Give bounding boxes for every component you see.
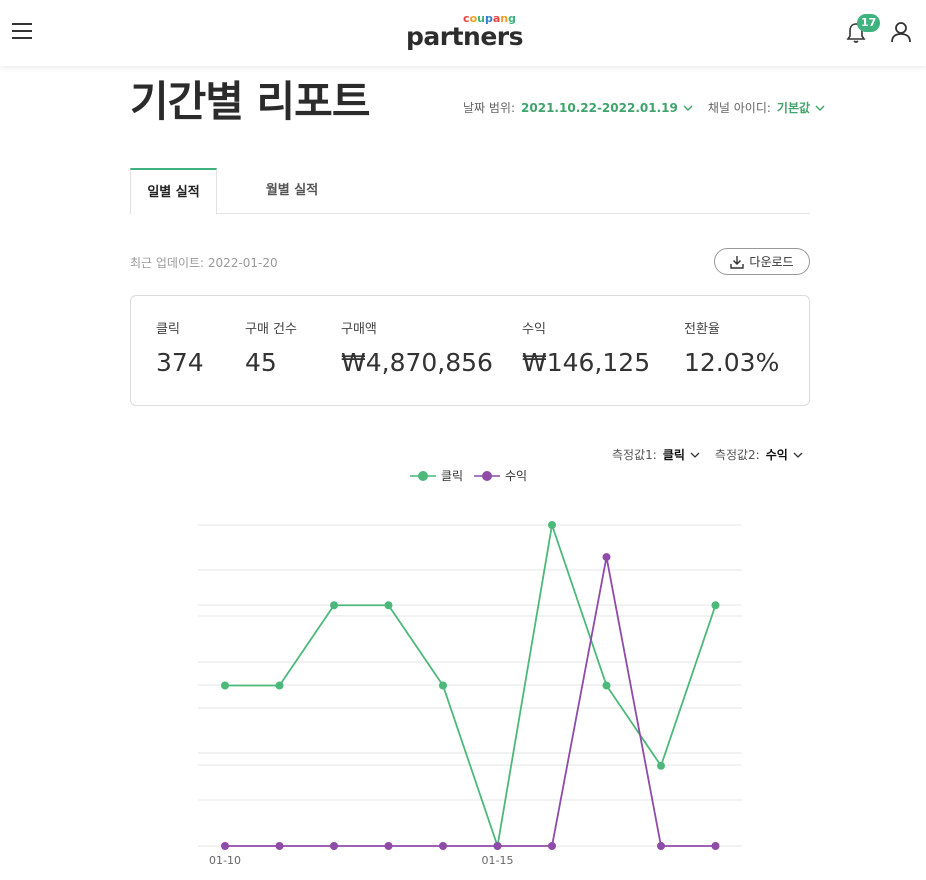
tab-monthly[interactable]: 월별 실적 [242, 168, 342, 214]
data-point [275, 681, 284, 690]
summary-panel: 클릭 374 구매 건수 45 구매액 ₩4,870,856 수익 ₩146,1… [130, 295, 810, 406]
data-point [493, 842, 502, 850]
line-chart: 01-10 01-15 클릭 수익 [198, 469, 742, 867]
data-point [657, 842, 665, 850]
stat-value: 45 [245, 348, 277, 377]
report-filters: 날짜 범위: 2021.10.22-2022.01.19 채널 아이디: 기본값 [463, 99, 840, 116]
legend-label: 수익 [505, 469, 527, 483]
channel-label: 채널 아이디: [707, 101, 771, 115]
date-range-dropdown[interactable]: 2021.10.22-2022.01.19 [521, 101, 678, 115]
legend-marker [482, 471, 492, 481]
chevron-down-icon[interactable] [682, 102, 694, 114]
logo-main-text: partners [406, 22, 524, 51]
data-point [657, 761, 665, 770]
data-point [330, 601, 338, 610]
stat-value: ₩146,125 [522, 348, 651, 377]
data-point [548, 842, 556, 850]
data-point [439, 842, 447, 850]
chevron-down-icon[interactable] [689, 449, 701, 461]
top-header: coupang partners 17 [0, 0, 926, 66]
x-tick-label: 01-10 [209, 854, 241, 867]
download-label: 다운로드 [749, 255, 794, 269]
data-point [439, 681, 447, 690]
data-point [384, 601, 393, 610]
stat-label: 전환율 [684, 322, 720, 337]
data-point [711, 842, 720, 850]
series-line [225, 556, 716, 847]
data-point [330, 842, 338, 850]
stat-label: 수익 [522, 322, 546, 337]
date-range-label: 날짜 범위: [463, 101, 516, 115]
stat-label: 클릭 [156, 322, 180, 337]
menu-icon[interactable] [12, 23, 32, 41]
legend-label: 클릭 [441, 469, 463, 483]
last-updated-text: 최근 업데이트: 2022-01-20 [130, 256, 278, 270]
data-point [548, 521, 556, 529]
data-point [602, 553, 611, 562]
channel-dropdown[interactable]: 기본값 [777, 99, 810, 116]
data-point [221, 681, 229, 690]
legend-marker [418, 471, 428, 481]
notification-badge: 17 [857, 14, 881, 32]
chevron-down-icon[interactable] [792, 449, 804, 461]
report-tabs: 일별 실적 월별 실적 [130, 168, 810, 215]
stat-value: 374 [156, 348, 204, 377]
stat-label: 구매액 [341, 322, 377, 337]
data-point [711, 601, 720, 610]
data-point [275, 842, 284, 850]
stat-value: 12.03% [684, 348, 780, 377]
tab-daily[interactable]: 일별 실적 [130, 168, 217, 215]
stat-label: 구매 건수 [245, 322, 297, 337]
coupang-partners-logo[interactable]: coupang partners [406, 12, 524, 52]
page-title: 기간별 리포트 [130, 77, 370, 126]
data-point [221, 842, 229, 850]
x-tick-label: 01-15 [482, 854, 514, 867]
user-icon[interactable] [890, 20, 912, 44]
download-button[interactable]: 다운로드 [714, 248, 810, 275]
stat-value: ₩4,870,856 [341, 348, 493, 377]
chevron-down-icon[interactable] [814, 102, 826, 114]
download-icon [730, 255, 745, 269]
data-point [384, 842, 393, 850]
data-point [602, 681, 611, 690]
